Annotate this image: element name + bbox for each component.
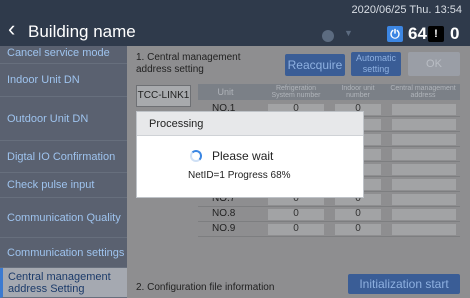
table-header: Unit Refrigeration System number Indoor … [198,84,460,100]
table-row: NO.8 0 0 [198,207,460,222]
sidebar-item-communication-quality[interactable]: Communication Quality [0,198,127,238]
loading-spinner-icon [190,150,202,162]
address-input[interactable] [392,149,456,160]
column-header-unit: Unit [217,86,234,97]
sidebar-item-check-pulse-input[interactable]: Check pulse input [0,173,127,198]
table-row: NO.9 0 0 [198,222,460,237]
column-header-refrigeration: Refrigeration System number [271,85,321,99]
power-icon: ⏻ [387,26,403,42]
back-icon[interactable]: ‹ [8,18,15,40]
indoor-value: 0 [355,223,361,234]
progress-message: NetID=1 Progress 68% [188,170,291,181]
address-input[interactable] [392,209,456,220]
tcc-link-button[interactable]: TCC-LINK1 [136,85,191,107]
refrigeration-value: 0 [293,208,299,219]
chevron-down-icon[interactable]: ▼ [344,28,353,38]
refrigeration-value: 0 [293,223,299,234]
indoor-value: 0 [355,208,361,219]
address-input[interactable] [392,179,456,190]
sidebar-item-label: Outdoor Unit DN [7,112,89,125]
ok-button[interactable]: OK [408,52,460,76]
address-input[interactable] [392,194,456,205]
dialog-title: Processing [149,118,204,130]
sidebar-item-label: Check pulse input [7,179,95,191]
initialization-start-button[interactable]: Initialization start [348,274,460,294]
section-title: 1. Central management address setting [136,52,241,75]
power-count: 64 [408,24,427,43]
alarm-count: 0 [450,24,460,43]
sidebar-item-central-management-address-setting[interactable]: Central management address Setting [0,268,127,298]
sidebar-item-label: Central management address Setting [8,270,111,295]
datetime: 2020/06/25 Thu. 13:54 [351,4,462,16]
automatic-setting-button[interactable]: Automatic setting [351,52,401,76]
sidebar-item-label: Digtal IO Confirmation [7,150,116,163]
app-header: ‹ Building name 2020/06/25 Thu. 13:54 ▼ … [0,0,470,46]
unit-cell: NO.9 [212,223,236,234]
sidebar-item-communication-settings[interactable]: Communication settings [0,238,127,268]
reacquire-button[interactable]: Reacquire [285,54,345,76]
alarm-icon: ! [428,26,444,42]
sidebar-item-label: Communication Quality [7,211,121,224]
sidebar-item-label: Communication settings [7,246,125,259]
address-input[interactable] [392,224,456,235]
wait-message: Please wait [212,149,274,163]
status-indicator-icon[interactable] [322,30,334,42]
sidebar-item-outdoor-unit-dn[interactable]: Outdoor Unit DN [0,97,127,141]
sidebar-item-indoor-unit-dn[interactable]: Indoor Unit DN [0,64,127,97]
address-input[interactable] [392,134,456,145]
address-input[interactable] [392,164,456,175]
sidebar: Cancel service mode Indoor Unit DN Outdo… [0,46,127,298]
sidebar-item-digital-io-confirmation[interactable]: Digtal IO Confirmation [0,141,127,173]
address-input[interactable] [392,119,456,130]
sidebar-item-label: Indoor Unit DN [7,74,80,86]
dialog-header: Processing [137,112,363,136]
sidebar-item-label: Cancel service mode [7,46,110,59]
sidebar-item-cancel-service-mode[interactable]: Cancel service mode [0,42,127,64]
column-header-indoor: Indoor unit number [341,85,375,99]
unit-cell: NO.8 [212,208,236,219]
processing-dialog: Processing Please wait NetID=1 Progress … [136,111,364,198]
column-header-address: Central management address [390,85,456,99]
address-input[interactable] [392,104,456,115]
section-title: 2. Configuration file information [136,282,275,293]
page-title: Building name [28,22,136,41]
